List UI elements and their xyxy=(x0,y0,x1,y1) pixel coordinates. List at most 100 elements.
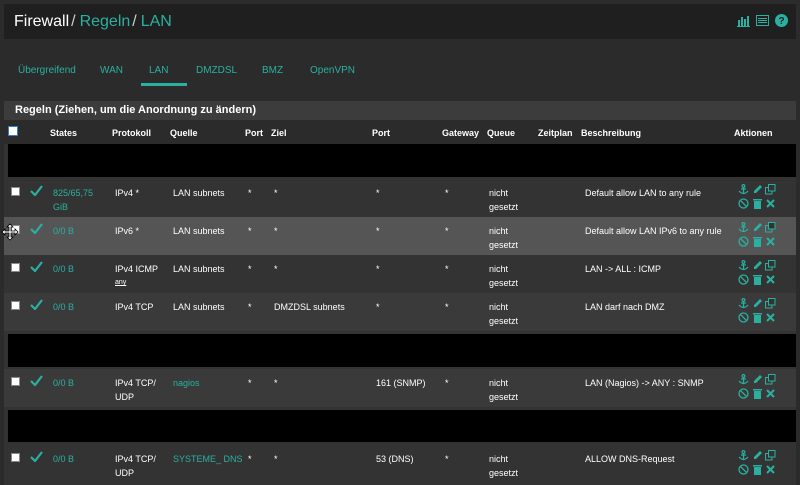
edit-icon[interactable] xyxy=(752,184,763,197)
col-states[interactable]: States xyxy=(50,128,77,138)
source-port-value: * xyxy=(248,188,252,198)
table-header: States Protokoll Quelle Port Ziel Port G… xyxy=(4,120,796,144)
copy-icon[interactable] xyxy=(765,184,776,197)
edit-icon[interactable] xyxy=(752,298,763,311)
table-row[interactable]: 0/0 B IPv6 * LAN subnets * * * * nicht gesetzt D… xyxy=(4,217,796,255)
tab-lan[interactable]: LAN xyxy=(149,65,168,76)
states-value[interactable]: 0/0 B xyxy=(53,224,103,238)
description-value: Default allow LAN to any rule xyxy=(585,188,702,198)
row-checkbox[interactable] xyxy=(11,263,20,272)
close-icon[interactable] xyxy=(765,388,776,401)
delete-icon[interactable] xyxy=(752,236,763,249)
breadcrumb-firewall[interactable]: Firewall xyxy=(14,13,69,30)
table-row[interactable]: 0/0 B IPv4 TCP/ UDP nagios * * 161 (SNMP) * nic… xyxy=(4,369,796,407)
states-value[interactable]: 825/65,75 GiB xyxy=(53,186,103,214)
protocol-value: IPv4 TCP xyxy=(115,302,154,312)
edit-icon[interactable] xyxy=(752,222,763,235)
check-icon xyxy=(30,451,43,464)
destination-port-value: * xyxy=(376,188,380,198)
chart-icon[interactable] xyxy=(737,14,750,27)
table-row[interactable]: 0/0 B IPv4 TCP LAN subnets * DMZDSL subnets *… xyxy=(4,293,796,331)
disable-icon[interactable] xyxy=(738,312,749,325)
col-schedule[interactable]: Zeitplan xyxy=(538,128,573,138)
queue-value: nicht gesetzt xyxy=(489,454,519,478)
anchor-icon[interactable] xyxy=(738,222,749,235)
table-row[interactable]: 825/65,75 GiB IPv4 * LAN subnets * * * * nicht … xyxy=(4,179,796,217)
description-value: Default allow LAN IPv6 to any rule xyxy=(585,226,722,236)
states-value[interactable]: 0/0 B xyxy=(53,452,103,466)
row-actions xyxy=(738,222,778,252)
col-source-port[interactable]: Port xyxy=(245,128,263,138)
disable-icon[interactable] xyxy=(738,198,749,211)
breadcrumb-lan[interactable]: LAN xyxy=(141,13,172,30)
destination-value: DMZDSL subnets xyxy=(274,302,345,312)
row-checkbox[interactable] xyxy=(11,377,20,386)
panel-heading: Regeln (Ziehen, um die Anordnung zu ände… xyxy=(4,101,796,120)
source-value[interactable]: nagios xyxy=(173,376,243,390)
edit-icon[interactable] xyxy=(752,450,763,463)
row-checkbox[interactable] xyxy=(11,301,20,310)
anchor-icon[interactable] xyxy=(738,184,749,197)
rules-panel: Regeln (Ziehen, um die Anordnung zu ände… xyxy=(4,101,796,485)
disable-icon[interactable] xyxy=(738,236,749,249)
tab-bmz[interactable]: BMZ xyxy=(262,65,283,76)
row-checkbox[interactable] xyxy=(11,453,20,462)
source-value[interactable]: SYSTEME_ DNS xyxy=(173,452,243,466)
copy-icon[interactable] xyxy=(765,222,776,235)
tab-uebergreifend[interactable]: Übergreifend xyxy=(18,65,76,76)
copy-icon[interactable] xyxy=(765,298,776,311)
edit-icon[interactable] xyxy=(752,374,763,387)
queue-value: nicht gesetzt xyxy=(489,264,519,288)
delete-icon[interactable] xyxy=(752,464,763,477)
table-row[interactable]: 0/0 B IPv4 ICMP any LAN subnets * * * * nicht ge… xyxy=(4,255,796,293)
disable-icon[interactable] xyxy=(738,464,749,477)
delete-icon[interactable] xyxy=(752,274,763,287)
delete-icon[interactable] xyxy=(752,388,763,401)
col-gateway[interactable]: Gateway xyxy=(442,128,479,138)
delete-icon[interactable] xyxy=(752,198,763,211)
col-queue[interactable]: Queue xyxy=(487,128,515,138)
close-icon[interactable] xyxy=(765,274,776,287)
anchor-icon[interactable] xyxy=(738,374,749,387)
destination-port-value: * xyxy=(376,302,380,312)
select-all-checkbox[interactable] xyxy=(8,126,18,136)
states-value[interactable]: 0/0 B xyxy=(53,262,103,276)
tab-openvpn[interactable]: OpenVPN xyxy=(310,65,355,76)
delete-icon[interactable] xyxy=(752,312,763,325)
breadcrumb-rules[interactable]: Regeln xyxy=(80,13,131,30)
col-source[interactable]: Quelle xyxy=(170,128,198,138)
col-description[interactable]: Beschreibung xyxy=(581,128,641,138)
destination-value: * xyxy=(274,454,278,464)
col-protocol[interactable]: Protokoll xyxy=(112,128,151,138)
close-icon[interactable] xyxy=(765,312,776,325)
col-destination[interactable]: Ziel xyxy=(271,128,287,138)
destination-value: * xyxy=(274,188,278,198)
table-row[interactable]: 0/0 B IPv4 TCP/ UDP SYSTEME_ DNS * * 53 (DNS)… xyxy=(4,445,796,483)
queue-value: nicht gesetzt xyxy=(489,188,519,212)
col-destination-port[interactable]: Port xyxy=(372,128,390,138)
disable-icon[interactable] xyxy=(738,388,749,401)
destination-port-value: 161 (SNMP) xyxy=(376,378,426,388)
source-value: LAN subnets xyxy=(173,264,225,274)
copy-icon[interactable] xyxy=(765,260,776,273)
protocol-subtype: any xyxy=(115,279,127,286)
copy-icon[interactable] xyxy=(765,374,776,387)
tab-dmzdsl[interactable]: DMZDSL xyxy=(196,65,237,76)
list-icon[interactable] xyxy=(756,14,769,27)
tab-wan[interactable]: WAN xyxy=(100,65,123,76)
anchor-icon[interactable] xyxy=(738,298,749,311)
help-icon[interactable]: ? xyxy=(775,14,788,27)
description-value: LAN -> ALL : ICMP xyxy=(585,264,661,274)
states-value[interactable]: 0/0 B xyxy=(53,300,103,314)
anchor-icon[interactable] xyxy=(738,260,749,273)
close-icon[interactable] xyxy=(765,464,776,477)
row-checkbox[interactable] xyxy=(11,187,20,196)
close-icon[interactable] xyxy=(765,236,776,249)
copy-icon[interactable] xyxy=(765,450,776,463)
edit-icon[interactable] xyxy=(752,260,763,273)
states-value[interactable]: 0/0 B xyxy=(53,376,103,390)
disable-icon[interactable] xyxy=(738,274,749,287)
close-icon[interactable] xyxy=(765,198,776,211)
source-port-value: * xyxy=(248,264,252,274)
anchor-icon[interactable] xyxy=(738,450,749,463)
